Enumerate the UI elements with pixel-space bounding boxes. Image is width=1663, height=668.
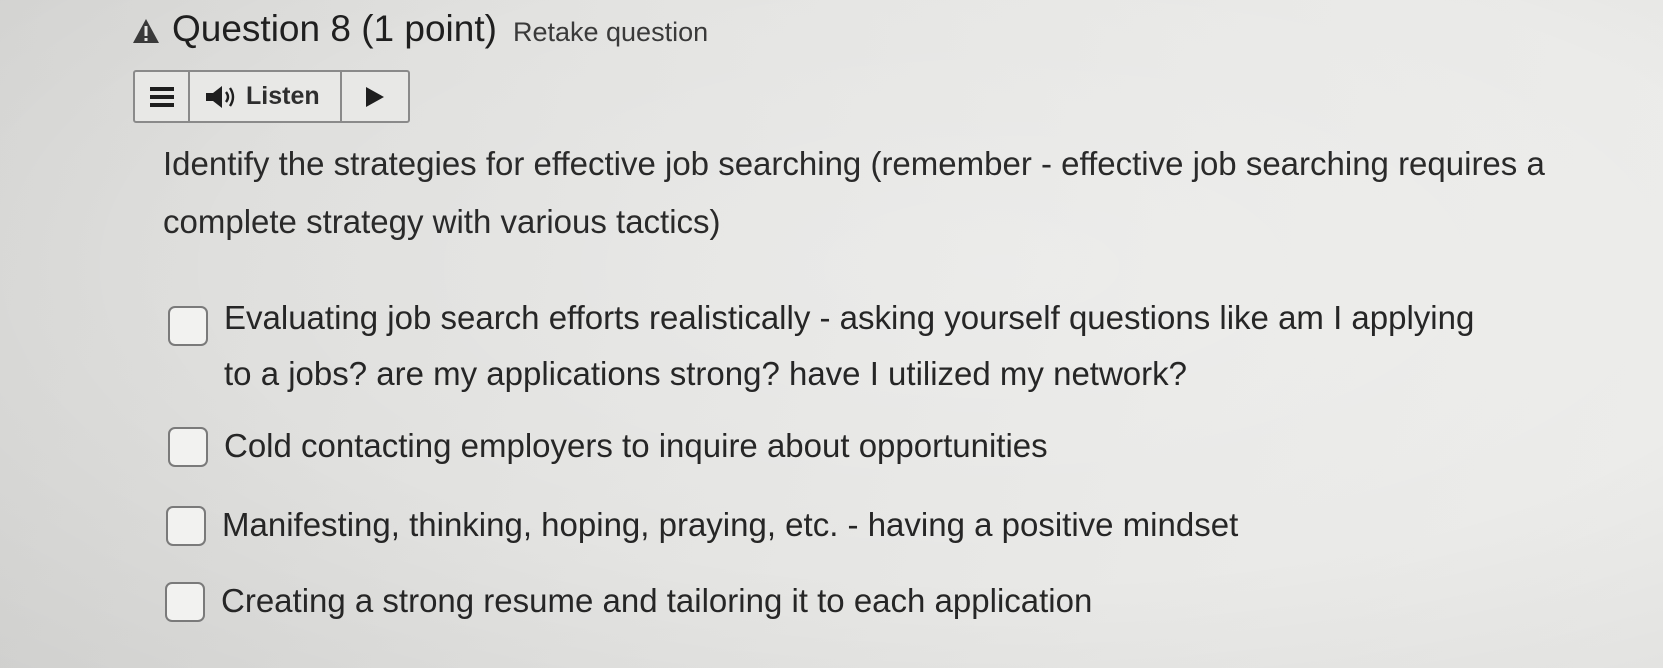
question-header: Question 8 (1 point) Retake question: [132, 8, 708, 50]
answer-option[interactable]: Cold contacting employers to inquire abo…: [168, 418, 1048, 474]
answer-option[interactable]: Manifesting, thinking, hoping, praying, …: [166, 497, 1238, 553]
listen-button[interactable]: Listen: [190, 72, 342, 121]
option-label: Creating a strong resume and tailoring i…: [221, 582, 1093, 619]
question-title: Question 8 (1 point): [172, 8, 497, 49]
read-aloud-toolbar: Listen: [133, 70, 410, 123]
option-checkbox[interactable]: [168, 427, 208, 467]
option-label: Cold contacting employers to inquire abo…: [224, 427, 1048, 464]
option-label: Evaluating job search efforts realistica…: [224, 299, 1475, 392]
option-checkbox[interactable]: [168, 306, 208, 346]
play-button[interactable]: [342, 72, 408, 121]
option-checkbox[interactable]: [165, 582, 205, 622]
retake-question-link[interactable]: Retake question: [513, 17, 708, 48]
option-checkbox[interactable]: [166, 506, 206, 546]
toolbar-menu-button[interactable]: [135, 72, 190, 121]
answer-option[interactable]: Creating a strong resume and tailoring i…: [165, 573, 1092, 629]
answer-option[interactable]: Evaluating job search efforts realistica…: [168, 290, 1488, 402]
speaker-icon: [206, 85, 235, 108]
warning-triangle-icon: [133, 19, 159, 43]
question-prompt: Identify the strategies for effective jo…: [163, 145, 1545, 240]
listen-label: Listen: [246, 82, 320, 110]
play-icon: [366, 86, 384, 107]
hamburger-menu-icon: [149, 86, 174, 107]
option-label: Manifesting, thinking, hoping, praying, …: [222, 506, 1239, 543]
